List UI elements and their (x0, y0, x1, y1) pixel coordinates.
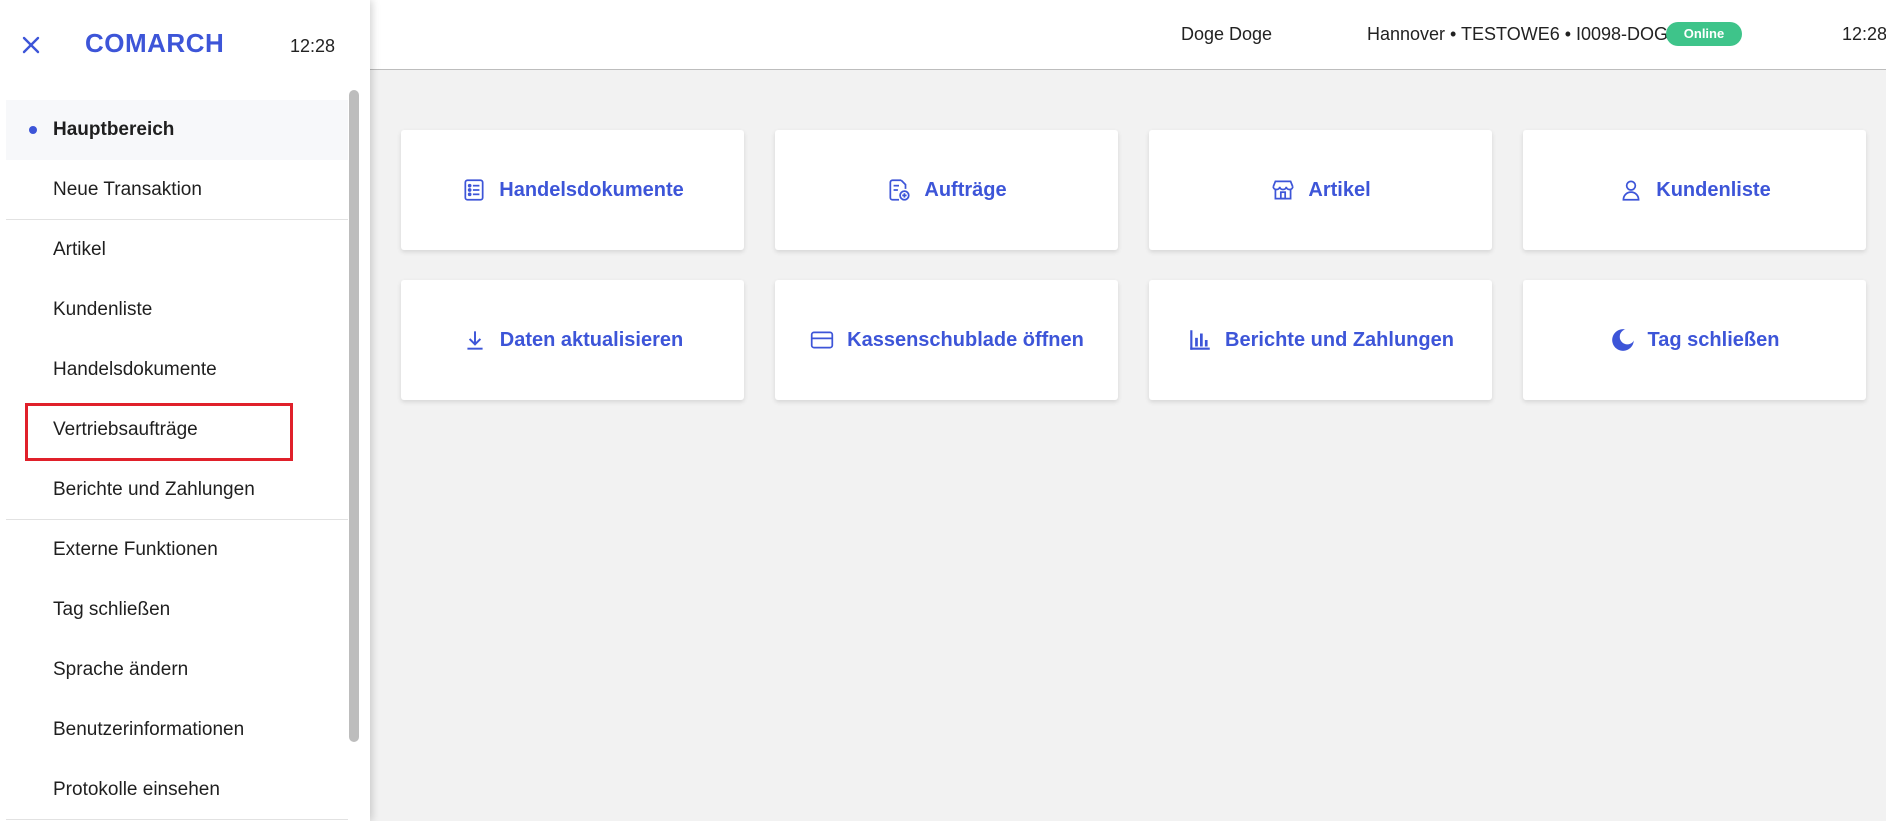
sidebar-item-label: Artikel (53, 239, 106, 260)
tile-label: Kundenliste (1656, 178, 1771, 201)
sidebar-item-handelsdokumente[interactable]: Handelsdokumente (6, 340, 348, 400)
tile-berichte[interactable]: Berichte und Zahlungen (1149, 280, 1492, 400)
sidebar-item-benutzerinformationen[interactable]: Benutzerinformationen (6, 700, 348, 760)
tile-label: Handelsdokumente (499, 178, 684, 201)
sidebar-item-label: Sprache ändern (53, 659, 189, 680)
sidebar-item-label: Berichte und Zahlungen (53, 479, 255, 500)
sidebar-item-label: Protokolle einsehen (53, 779, 220, 800)
tile-kundenliste[interactable]: Kundenliste (1523, 130, 1866, 250)
tile-label: Aufträge (924, 178, 1007, 201)
sidebar-item-kundenliste[interactable]: Kundenliste (6, 280, 348, 340)
store-location: Hannover • TESTOWE6 • I0098-DOGE (1367, 24, 1681, 44)
sidebar-item-tag-schliessen[interactable]: Tag schließen (6, 580, 348, 640)
list-document-icon (461, 177, 487, 203)
sidebar-item-label: Vertriebsaufträge (53, 419, 198, 440)
sidebar-scrollbar[interactable] (349, 90, 359, 742)
sidebar-item-externe-funktionen[interactable]: Externe Funktionen (6, 520, 348, 580)
bar-chart-icon (1187, 327, 1213, 353)
tile-handelsdokumente[interactable]: Handelsdokumente (401, 130, 744, 250)
sidebar-item-hauptbereich[interactable]: Hauptbereich (6, 100, 348, 160)
sidebar-item-berichte[interactable]: Berichte und Zahlungen (6, 460, 348, 520)
tile-daten-aktualisieren[interactable]: Daten aktualisieren (401, 280, 744, 400)
sidebar-item-label: Externe Funktionen (53, 539, 218, 560)
download-icon (462, 327, 488, 353)
store-icon (1270, 177, 1296, 203)
sidebar-item-sprache-aendern[interactable]: Sprache ändern (6, 640, 348, 700)
card-icon (809, 327, 835, 353)
tile-label: Artikel (1308, 178, 1371, 201)
close-button[interactable] (18, 32, 44, 58)
sidebar-clock: 12:28 (290, 36, 336, 56)
sidebar-item-vertriebsauftraege[interactable]: Vertriebsaufträge (6, 400, 348, 461)
sidebar-item-label: Hauptbereich (53, 119, 175, 140)
tile-label: Tag schließen (1647, 328, 1780, 351)
moon-icon (1610, 327, 1636, 353)
order-document-icon (886, 177, 912, 203)
user-name: Doge Doge (1181, 24, 1273, 44)
sidebar-item-artikel[interactable]: Artikel (6, 220, 348, 280)
tile-label: Berichte und Zahlungen (1225, 328, 1454, 351)
sidebar-item-neue-transaktion[interactable]: Neue Transaktion (6, 160, 348, 220)
tile-auftraege[interactable]: Aufträge (775, 130, 1118, 250)
person-icon (1618, 177, 1644, 203)
sidebar-item-label: Kundenliste (53, 299, 153, 320)
sidebar-item-label: Tag schließen (53, 599, 171, 620)
comarch-logo: COMARCH (85, 28, 225, 58)
sidebar-item-label: Neue Transaktion (53, 179, 202, 200)
sidebar-menu: Hauptbereich Neue Transaktion Artikel Ku… (6, 100, 348, 820)
header-clock: 12:28 (1842, 24, 1886, 44)
tile-kassenschublade[interactable]: Kassenschublade öffnen (775, 280, 1118, 400)
active-indicator-icon (29, 126, 37, 134)
sidebar-item-protokolle[interactable]: Protokolle einsehen (6, 760, 348, 820)
sidebar-drawer: COMARCH 12:28 Hauptbereich Neue Transakt… (0, 0, 370, 821)
tile-label: Kassenschublade öffnen (847, 328, 1084, 351)
tile-artikel[interactable]: Artikel (1149, 130, 1492, 250)
sidebar-item-label: Benutzerinformationen (53, 719, 245, 740)
sidebar-item-label: Handelsdokumente (53, 359, 217, 380)
status-badge: Online (1666, 22, 1742, 46)
close-icon (22, 36, 40, 54)
tile-tag-schliessen[interactable]: Tag schließen (1523, 280, 1866, 400)
tile-label: Daten aktualisieren (499, 328, 684, 351)
